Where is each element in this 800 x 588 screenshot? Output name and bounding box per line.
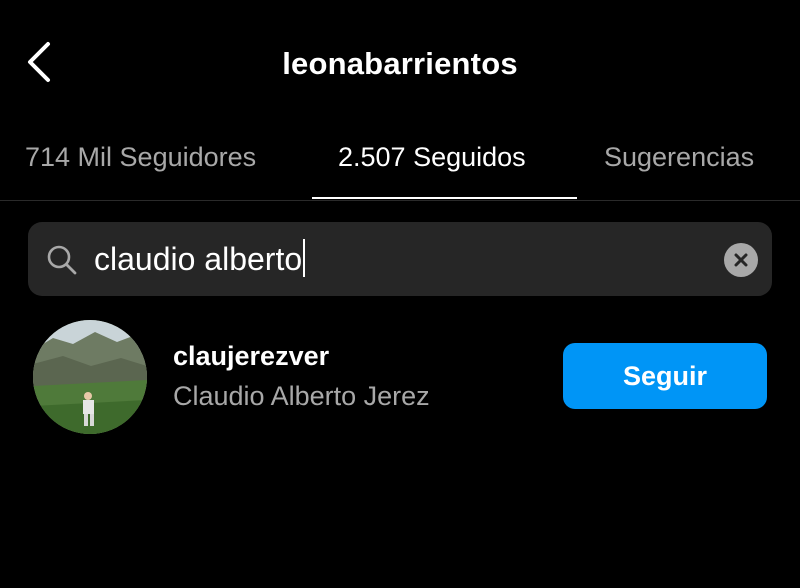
clear-search-button[interactable] xyxy=(724,243,758,277)
search-input[interactable]: claudio alberto xyxy=(94,238,306,280)
avatar-photo xyxy=(33,320,147,434)
tab-bar: 714 Mil Seguidores 2.507 Seguidos Sugere… xyxy=(0,120,800,201)
result-username[interactable]: claujerezver xyxy=(173,338,329,374)
result-full-name: Claudio Alberto Jerez xyxy=(173,381,430,411)
active-tab-indicator xyxy=(312,197,577,199)
search-bar[interactable]: claudio alberto xyxy=(28,222,772,296)
page-title: leonabarrientos xyxy=(282,46,518,81)
search-icon xyxy=(47,245,77,275)
tab-followers[interactable]: 714 Mil Seguidores xyxy=(25,137,256,177)
avatar[interactable] xyxy=(33,320,147,434)
search-input-text: claudio alberto xyxy=(94,241,303,277)
tab-suggestions[interactable]: Sugerencias xyxy=(604,137,754,177)
top-bar: leonabarrientos xyxy=(0,0,800,120)
tab-following[interactable]: 2.507 Seguidos xyxy=(338,137,526,177)
clear-icon xyxy=(734,253,748,267)
text-caret xyxy=(303,239,306,277)
follow-button[interactable]: Seguir xyxy=(563,343,767,409)
list-item[interactable]: claujerezver Claudio Alberto Jerez Segui… xyxy=(0,318,800,436)
